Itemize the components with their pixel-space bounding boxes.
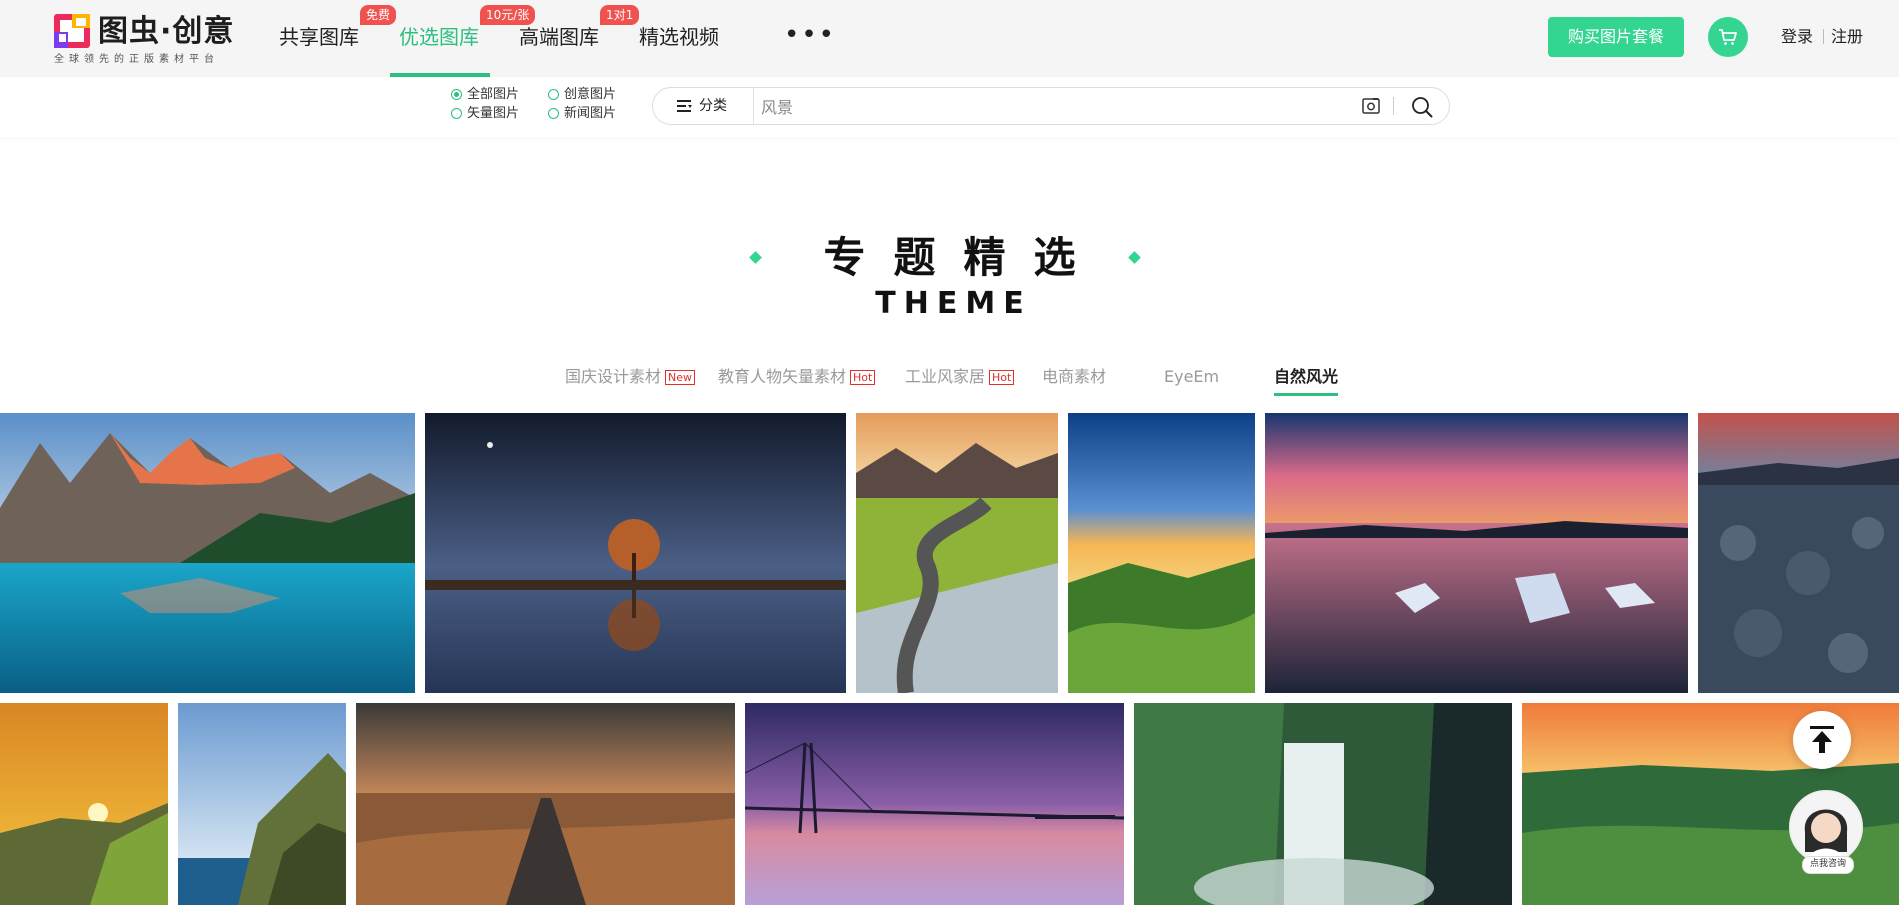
section-subtitle: THEME — [875, 286, 1032, 321]
nav-shared-gallery[interactable]: 共享图库 — [279, 22, 359, 52]
nav-badge-free: 免费 — [360, 5, 397, 25]
tab-label: 电商素材 — [1042, 367, 1107, 386]
photo-winding-road[interactable] — [856, 413, 1058, 693]
cliff-sunset-image — [0, 703, 168, 905]
category-label: 分类 — [699, 98, 727, 114]
winding-road-image — [856, 413, 1058, 693]
buy-package-button[interactable]: 购买图片套餐 — [1548, 17, 1684, 57]
tab-ecommerce[interactable]: 电商素材 — [1042, 365, 1106, 389]
agent-avatar-icon — [1791, 792, 1861, 862]
tab-label: 工业风家居 — [905, 367, 986, 386]
tab-industrial-home[interactable]: 工业风家居 Hot — [905, 365, 1015, 389]
photo-sea-cliff[interactable] — [178, 703, 346, 905]
filter-icon — [677, 100, 692, 112]
tab-active-indicator — [1274, 393, 1338, 396]
arrow-up-icon — [1810, 726, 1834, 753]
photo-desert-road[interactable] — [356, 703, 735, 905]
photo-lava-field[interactable] — [1698, 413, 1899, 693]
cart-icon — [1719, 29, 1737, 45]
tab-label: 教育人物矢量素材 — [718, 367, 847, 386]
scope-label: 矢量图片 — [467, 106, 520, 121]
top-navigation-bar: 图虫·创意 全球领先的正版素材平台 共享图库 免费 优选图库 10元/张 高端图… — [0, 0, 1899, 77]
back-to-top-button[interactable] — [1793, 711, 1851, 769]
image-search-icon[interactable] — [1362, 98, 1380, 114]
consult-label[interactable]: 点我咨询 — [1802, 856, 1854, 874]
site-logo[interactable]: 图虫·创意 全球领先的正版素材平台 — [54, 14, 254, 65]
customer-service-avatar[interactable] — [1789, 790, 1863, 864]
search-divider — [1393, 97, 1394, 115]
search-bar-row: 全部图片 创意图片 矢量图片 新闻图片 分类 — [0, 77, 1899, 137]
bridge-dusk-image — [745, 703, 1124, 905]
mountain-lake-image — [0, 413, 415, 693]
category-filter-button[interactable]: 分类 — [653, 88, 754, 124]
nav-featured-video[interactable]: 精选视频 — [639, 22, 719, 52]
sea-cliff-image — [178, 703, 346, 905]
tab-education-vector[interactable]: 教育人物矢量素材 Hot — [718, 365, 876, 389]
photo-green-hills[interactable] — [1068, 413, 1255, 693]
tab-eyeem[interactable]: EyeEm — [1164, 365, 1219, 389]
nav-premium-gallery[interactable]: 优选图库 — [399, 22, 479, 52]
tab-label: EyeEm — [1164, 367, 1220, 386]
photo-cliff-sunset[interactable] — [0, 703, 168, 905]
cart-button[interactable] — [1708, 17, 1748, 57]
logo-slogan: 全球领先的正版素材平台 — [54, 54, 219, 65]
photo-lone-tree[interactable] — [425, 413, 846, 693]
photo-mountain-lake[interactable] — [0, 413, 415, 693]
desert-road-image — [356, 703, 735, 905]
more-menu-icon[interactable]: ••• — [784, 20, 836, 50]
waterfall-image — [1134, 703, 1512, 905]
auth-divider — [1823, 29, 1824, 44]
lava-field-image — [1698, 413, 1899, 693]
lone-tree-image — [425, 413, 846, 693]
radio-icon — [451, 108, 462, 119]
tab-natural-scenery[interactable]: 自然风光 — [1274, 365, 1338, 389]
photo-bridge-dusk[interactable] — [745, 703, 1124, 905]
tab-national-day[interactable]: 国庆设计素材 New — [565, 365, 696, 389]
search-input[interactable] — [759, 90, 1303, 124]
radio-checked-icon — [451, 89, 462, 100]
logo-mark-icon — [54, 14, 90, 48]
tag-hot-badge: Hot — [850, 370, 876, 385]
login-link[interactable]: 登录 — [1781, 25, 1813, 49]
register-link[interactable]: 注册 — [1831, 25, 1863, 49]
radio-icon — [548, 108, 559, 119]
section-title: 专题精选 — [823, 233, 1104, 282]
green-hills-image — [1068, 413, 1255, 693]
nav-badge-one-on-one: 1对1 — [600, 5, 640, 25]
photo-waterfall[interactable] — [1134, 703, 1512, 905]
radio-icon — [548, 89, 559, 100]
scope-vector-images[interactable]: 矢量图片 — [451, 106, 519, 122]
scope-label: 全部图片 — [467, 87, 520, 102]
iceberg-lagoon-image — [1265, 413, 1688, 693]
scope-creative-images[interactable]: 创意图片 — [548, 87, 616, 103]
logo-name: 图虫·创意 — [98, 14, 235, 49]
scope-news-images[interactable]: 新闻图片 — [548, 106, 616, 122]
tag-hot-badge: Hot — [989, 370, 1015, 385]
scope-all-images[interactable]: 全部图片 — [451, 87, 519, 103]
search-icon[interactable] — [1411, 96, 1433, 118]
tab-label: 自然风光 — [1274, 367, 1339, 386]
photo-iceberg-lagoon[interactable] — [1265, 413, 1688, 693]
scope-label: 新闻图片 — [564, 106, 617, 121]
tab-label: 国庆设计素材 — [565, 367, 662, 386]
tag-new-badge: New — [665, 370, 696, 385]
scope-label: 创意图片 — [564, 87, 617, 102]
search-box: 分类 — [652, 87, 1450, 125]
nav-high-end-gallery[interactable]: 高端图库 — [519, 22, 599, 52]
